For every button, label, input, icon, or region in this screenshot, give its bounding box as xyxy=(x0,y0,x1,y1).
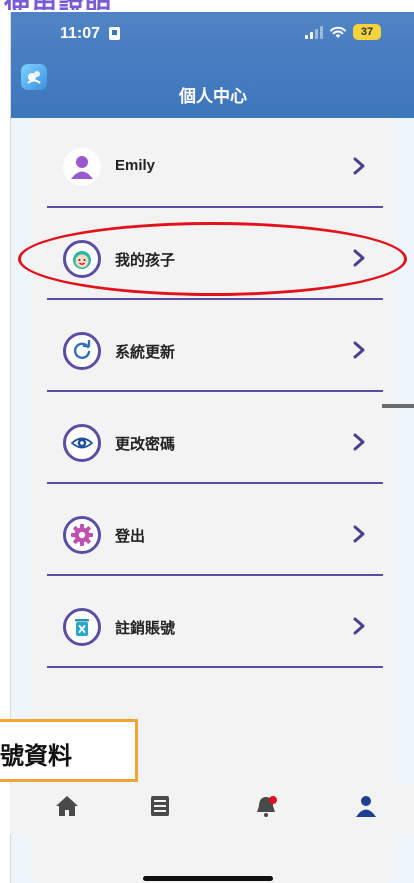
signal-icon xyxy=(305,25,323,39)
callout-box: 號資料 xyxy=(0,719,138,782)
divider xyxy=(47,482,383,484)
chevron-right-icon xyxy=(353,157,365,175)
sim-icon xyxy=(109,27,120,40)
home-icon[interactable] xyxy=(55,794,79,818)
gear-icon xyxy=(71,524,93,546)
menu-item-system-update[interactable]: 系統更新 xyxy=(47,302,383,392)
eye-icon xyxy=(70,437,94,449)
menu-item-logout[interactable]: 登出 xyxy=(47,486,383,576)
page-title: 個人中心 xyxy=(179,87,247,106)
divider xyxy=(47,574,383,576)
chevron-right-icon xyxy=(353,617,365,635)
callout-text: 號資料 xyxy=(0,743,72,770)
password-icon-wrap xyxy=(63,424,101,462)
menu-item-change-password[interactable]: 更改密碼 xyxy=(47,394,383,484)
trash-icon xyxy=(75,619,89,636)
menu-item-label: 更改密碼 xyxy=(115,436,176,453)
chevron-right-icon xyxy=(353,341,365,359)
annotation-line xyxy=(382,404,414,408)
menu-item-label: Emily xyxy=(115,157,156,174)
home-indicator xyxy=(143,876,273,881)
refresh-icon xyxy=(73,340,91,359)
wifi-icon xyxy=(330,26,346,38)
screenshot-frame: 使用說明 11:07 37 個人中心 xyxy=(0,0,414,883)
highlight-annotation xyxy=(18,222,407,296)
status-time: 11:07 xyxy=(60,25,101,42)
menu-item-label: 註銷賬號 xyxy=(115,620,176,637)
top-caption: 使用說明 xyxy=(4,0,112,10)
menu-item-profile[interactable]: Emily xyxy=(47,118,383,208)
list-icon[interactable] xyxy=(148,794,172,818)
app-header: 11:07 37 個人中心 xyxy=(11,12,414,118)
profile-icon[interactable] xyxy=(354,794,378,818)
avatar xyxy=(63,148,101,186)
divider xyxy=(47,298,383,300)
menu-item-label: 登出 xyxy=(115,528,146,545)
battery-indicator: 37 xyxy=(353,24,381,40)
delete-icon-wrap xyxy=(63,608,101,646)
chevron-right-icon xyxy=(353,433,365,451)
menu-item-delete-account[interactable]: 註銷賬號 xyxy=(47,578,383,668)
user-avatar-icon xyxy=(71,156,93,179)
notification-icon[interactable] xyxy=(254,794,278,818)
chevron-right-icon xyxy=(353,525,365,543)
menu-item-label: 系統更新 xyxy=(115,344,176,361)
logout-icon-wrap xyxy=(63,516,101,554)
divider xyxy=(47,206,383,208)
divider xyxy=(47,390,383,392)
divider xyxy=(47,666,383,668)
update-icon-wrap xyxy=(63,332,101,370)
bottom-tab-bar xyxy=(10,784,414,834)
status-indicators: 37 xyxy=(305,24,381,40)
